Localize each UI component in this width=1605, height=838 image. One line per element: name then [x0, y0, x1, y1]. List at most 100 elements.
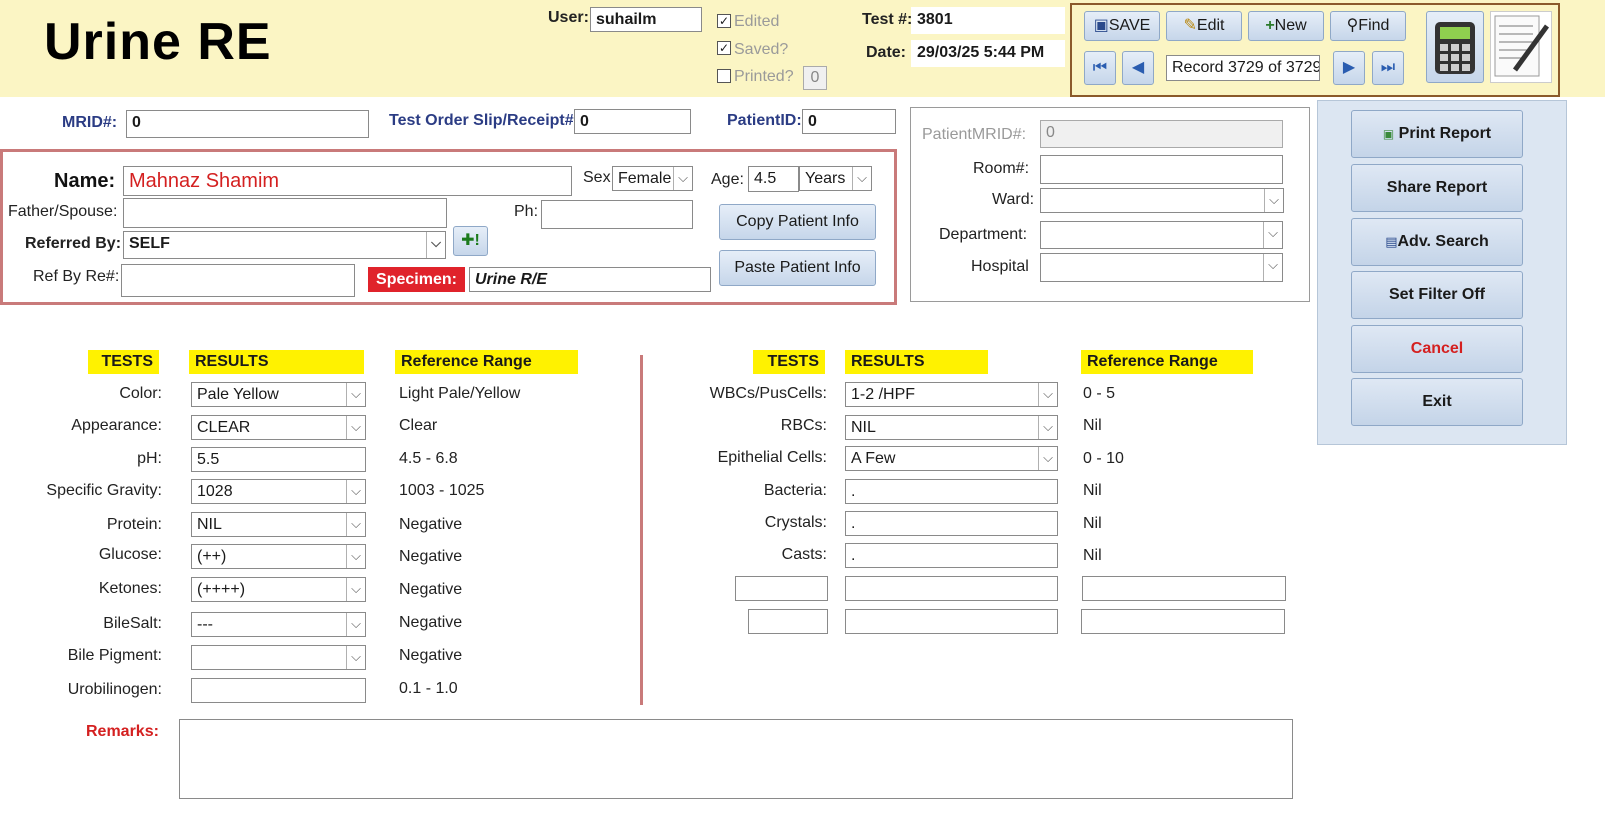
rbcs-dropdown[interactable]: NIL	[845, 415, 1058, 440]
remarks-textarea[interactable]	[179, 719, 1293, 799]
epithelial-dropdown[interactable]: A Few	[845, 446, 1058, 471]
bacteria-field[interactable]: .	[845, 479, 1058, 504]
phone-field[interactable]	[541, 200, 693, 229]
last-record-icon: ⏭	[1380, 59, 1396, 76]
extra-test-ref-1[interactable]	[1082, 576, 1286, 601]
new-button[interactable]: +New	[1248, 11, 1324, 41]
appearance-dropdown[interactable]: CLEAR	[191, 415, 366, 440]
save-button[interactable]: ▣SAVE	[1084, 11, 1160, 41]
next-record-button[interactable]: ▶	[1333, 51, 1365, 85]
glucose-ref: Negative	[399, 548, 463, 565]
casts-ref: Nil	[1083, 547, 1102, 564]
prev-record-icon: ◀	[1131, 59, 1145, 76]
specimen-field[interactable]: Urine R/E	[469, 267, 711, 292]
epithelial-ref: 0 - 10	[1083, 450, 1124, 467]
crystals-label: Crystals:	[764, 514, 827, 531]
search-form-icon: ▤	[1385, 234, 1398, 249]
add-referrer-button[interactable]: ✚!	[453, 226, 488, 256]
print-report-button[interactable]: ▣ Print Report	[1351, 110, 1523, 158]
paste-patient-info-button[interactable]: Paste Patient Info	[719, 250, 876, 286]
exit-button[interactable]: Exit	[1351, 378, 1523, 426]
bilesalt-label: BileSalt:	[103, 615, 162, 632]
father-spouse-field[interactable]	[123, 198, 447, 228]
glucose-dropdown[interactable]: (++)	[191, 544, 366, 569]
patientid-field[interactable]: 0	[802, 109, 896, 134]
extra-test-name-2[interactable]	[748, 609, 828, 634]
ketones-ref: Negative	[399, 581, 463, 598]
crystals-ref: Nil	[1083, 515, 1102, 532]
test-number-field[interactable]: 3801	[911, 7, 1065, 34]
calculator-button[interactable]	[1426, 11, 1484, 83]
pencil-icon: ✎	[1183, 17, 1197, 34]
crystals-field[interactable]: .	[845, 511, 1058, 536]
specific-gravity-ref: 1003 - 1025	[399, 482, 485, 499]
tests-header-left: TESTS	[88, 350, 159, 374]
age-unit-dropdown[interactable]: Years	[799, 166, 872, 191]
wbcs-dropdown[interactable]: 1-2 /HPF	[845, 382, 1058, 407]
referred-by-dropdown[interactable]: SELF	[123, 231, 446, 259]
printed-count: 0	[803, 66, 827, 90]
order-slip-label: Test Order Slip/Receipt#:	[389, 112, 579, 129]
specific-gravity-dropdown[interactable]: 1028	[191, 479, 366, 504]
phone-label: Ph:	[514, 203, 539, 220]
reference-header-left: Reference Range	[395, 350, 578, 374]
sex-dropdown[interactable]: Female	[612, 166, 693, 191]
cancel-button[interactable]: Cancel	[1351, 325, 1523, 373]
copy-patient-info-button[interactable]: Copy Patient Info	[719, 204, 876, 240]
ph-ref: 4.5 - 6.8	[399, 450, 458, 467]
remarks-label: Remarks:	[86, 723, 159, 740]
set-filter-off-button[interactable]: Set Filter Off	[1351, 271, 1523, 319]
extra-test-name-1[interactable]	[735, 576, 828, 601]
mrid-label: MRID#:	[62, 114, 118, 131]
notepad-button[interactable]	[1490, 11, 1552, 83]
results-header-left: RESULTS	[189, 350, 364, 374]
find-button[interactable]: ⚲Find	[1330, 11, 1406, 41]
mrid-field[interactable]: 0	[126, 110, 369, 138]
user-field[interactable]: suhailm	[590, 7, 702, 32]
edited-label: Edited	[734, 13, 780, 30]
form-title: Urine RE	[44, 13, 272, 71]
protein-dropdown[interactable]: NIL	[191, 512, 366, 537]
date-field[interactable]: 29/03/25 5:44 PM	[911, 40, 1065, 67]
patient-mrid-label: PatientMRID#:	[922, 126, 1027, 143]
casts-field[interactable]: .	[845, 543, 1058, 568]
urobilinogen-field[interactable]	[191, 678, 366, 703]
department-dropdown[interactable]	[1040, 221, 1283, 249]
ph-label: pH:	[137, 450, 162, 467]
date-label: Date:	[866, 44, 907, 61]
ph-field[interactable]: 5.5	[191, 447, 366, 472]
age-field[interactable]: 4.5	[748, 166, 799, 192]
ward-dropdown[interactable]	[1040, 188, 1284, 213]
last-record-button[interactable]: ⏭	[1372, 51, 1404, 85]
prev-record-button[interactable]: ◀	[1122, 51, 1154, 85]
share-report-button[interactable]: Share Report	[1351, 164, 1523, 212]
column-divider	[640, 355, 643, 705]
edit-button[interactable]: ✎Edit	[1166, 11, 1242, 41]
referred-by-label: Referred By:	[25, 235, 122, 252]
first-record-button[interactable]: ⏮	[1084, 51, 1116, 85]
printer-icon: ▣	[1382, 127, 1395, 141]
hospital-dropdown[interactable]	[1040, 253, 1283, 282]
specimen-label: Specimen:	[368, 267, 465, 292]
bilesalt-dropdown[interactable]: ---	[191, 612, 366, 637]
room-field[interactable]	[1040, 155, 1283, 184]
wbcs-label: WBCs/PusCells:	[709, 385, 827, 402]
saved-checkbox[interactable]: ✓	[717, 41, 731, 55]
order-slip-field[interactable]: 0	[574, 109, 691, 134]
extra-test-result-1[interactable]	[845, 576, 1058, 601]
printed-checkbox[interactable]	[717, 69, 731, 83]
calculator-icon	[1435, 22, 1475, 74]
binoculars-icon: ⚲	[1346, 17, 1359, 34]
bile-pigment-dropdown[interactable]	[191, 645, 366, 670]
casts-label: Casts:	[781, 546, 827, 563]
first-record-icon: ⏮	[1092, 59, 1108, 76]
patient-mrid-field: 0	[1040, 120, 1283, 148]
ref-by-re-field[interactable]	[121, 264, 355, 297]
adv-search-button[interactable]: ▤Adv. Search	[1351, 218, 1523, 266]
extra-test-result-2[interactable]	[845, 609, 1058, 634]
ketones-dropdown[interactable]: (++++)	[191, 577, 366, 602]
edited-checkbox[interactable]: ✓	[717, 14, 731, 28]
color-dropdown[interactable]: Pale Yellow	[191, 382, 366, 407]
extra-test-ref-2[interactable]	[1081, 609, 1285, 634]
name-field[interactable]: Mahnaz Shamim	[123, 166, 572, 196]
